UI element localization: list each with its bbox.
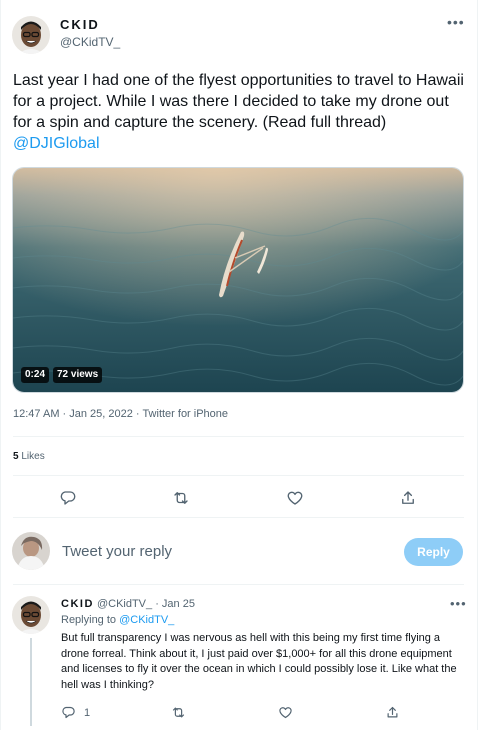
share-icon	[387, 706, 398, 718]
tweet-text: Last year I had one of the flyest opport…	[13, 70, 469, 154]
divider	[13, 584, 464, 585]
reply-action-button[interactable]	[59, 489, 77, 507]
comment-icon	[60, 491, 76, 505]
divider	[13, 436, 464, 437]
comment-icon	[62, 706, 75, 719]
reply-text: But full transparency I was nervous as h…	[61, 632, 457, 691]
video-views-badge: 72 views	[53, 367, 103, 383]
reply-comment-button[interactable]: 1	[61, 705, 90, 720]
mention-link[interactable]: @DJIGlobal	[13, 135, 100, 152]
retweet-icon	[172, 707, 185, 718]
current-user-avatar[interactable]	[12, 532, 50, 570]
tweet-body: Last year I had one of the flyest opport…	[13, 72, 464, 131]
reply-input[interactable]: Tweet your reply	[62, 543, 172, 560]
reply-more-options-icon[interactable]: •••	[450, 596, 467, 611]
video-duration-badge: 0:24	[21, 367, 50, 383]
heart-icon	[287, 491, 303, 505]
replying-to: Replying to @CKidTV_	[61, 614, 174, 626]
reply-share-button[interactable]	[385, 705, 400, 720]
divider	[13, 475, 464, 476]
reply-handle[interactable]: @CKidTV_	[97, 598, 152, 610]
retweet-action-button[interactable]	[172, 489, 190, 507]
reply-author-avatar[interactable]	[12, 596, 50, 634]
thread-connector-line	[30, 638, 32, 726]
tweet-video[interactable]	[12, 167, 464, 393]
likes-count[interactable]: 5 Likes	[13, 451, 45, 462]
likes-number: 5	[13, 451, 19, 462]
reply-comment-count: 1	[84, 706, 91, 719]
author-handle[interactable]: @CKidTV_	[60, 35, 120, 49]
reply-button[interactable]: Reply	[404, 538, 463, 566]
like-action-button[interactable]	[286, 489, 304, 507]
reply-like-button[interactable]	[278, 705, 293, 720]
share-icon	[402, 491, 414, 504]
replying-to-handle[interactable]: @CKidTV_	[119, 614, 174, 626]
reply-date[interactable]: · Jan 25	[155, 598, 195, 610]
tweet-timestamp[interactable]: 12:47 AM · Jan 25, 2022 · Twitter for iP…	[13, 408, 228, 420]
author-avatar[interactable]	[12, 16, 50, 54]
heart-icon	[279, 707, 292, 719]
reply-header: CKID @CKidTV_ · Jan 25	[61, 598, 195, 610]
more-options-icon[interactable]: •••	[447, 14, 465, 30]
divider	[13, 517, 464, 518]
replying-prefix: Replying to	[61, 614, 120, 626]
likes-label: Likes	[21, 451, 45, 462]
reply-retweet-button[interactable]	[171, 705, 186, 720]
share-action-button[interactable]	[399, 489, 417, 507]
tweet-page: CKID @CKidTV_ ••• Last year I had one of…	[0, 0, 478, 730]
reply-display-name[interactable]: CKID	[61, 598, 94, 610]
author-display-name[interactable]: CKID	[60, 17, 100, 32]
retweet-icon	[174, 492, 188, 504]
